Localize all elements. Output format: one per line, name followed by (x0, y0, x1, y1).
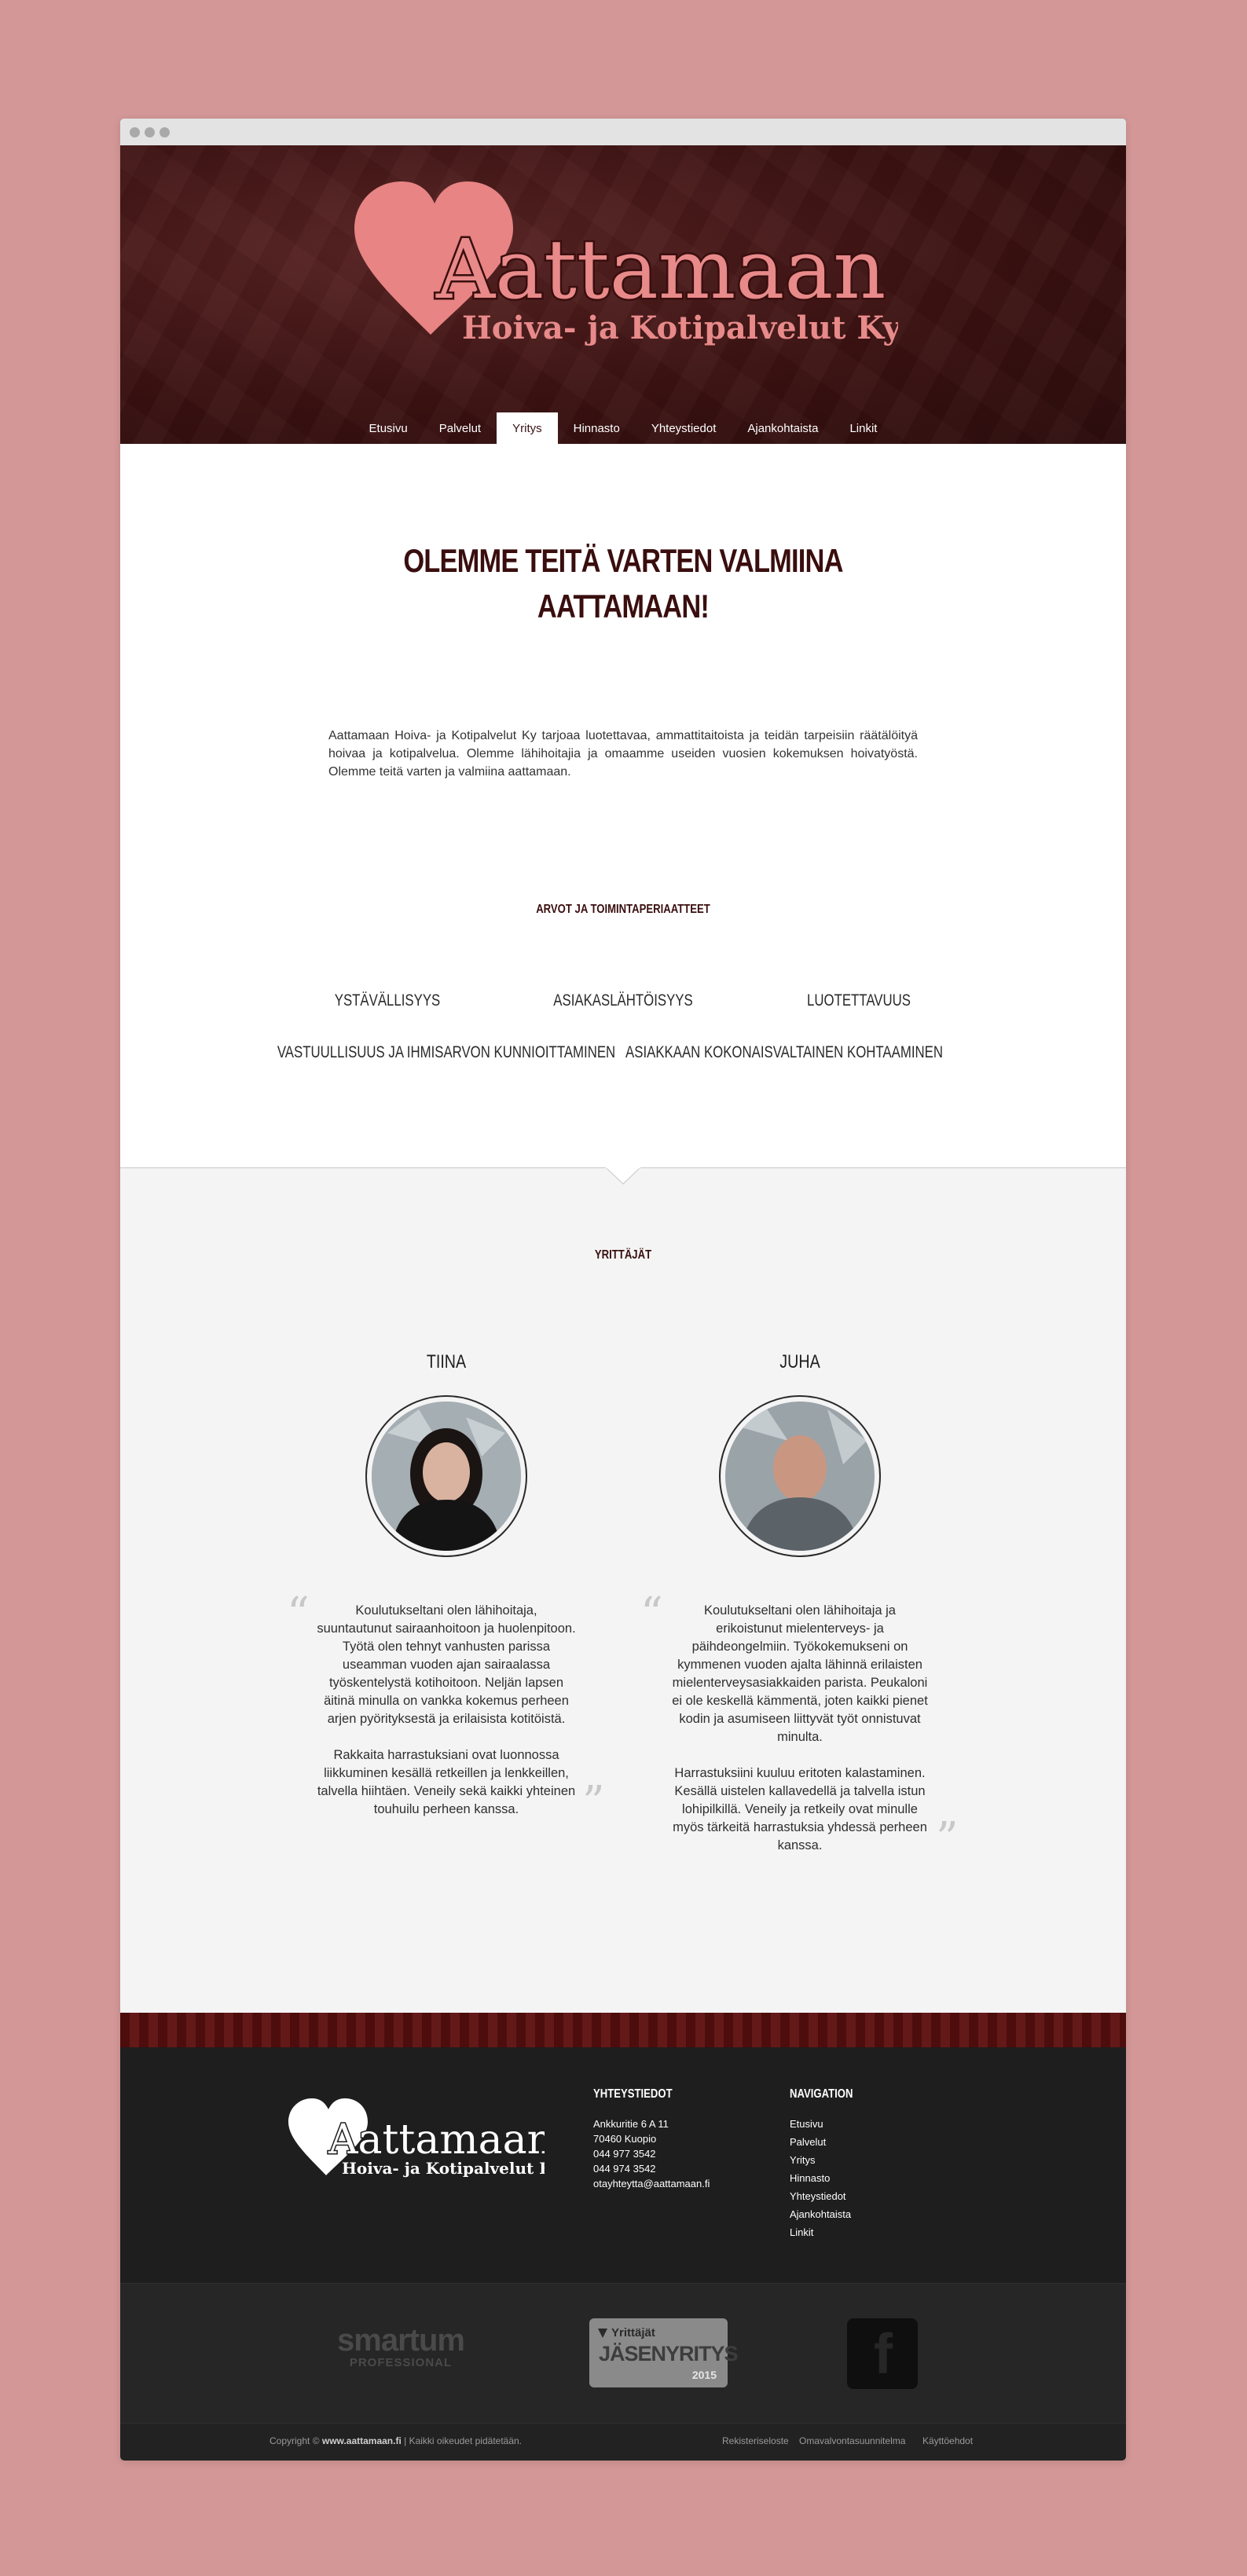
value-item: YSTÄVÄLLISYYS (334, 991, 441, 1010)
copyright-bar: Copyright © www.aattamaan.fi | Kaikki oi… (120, 2423, 1126, 2461)
site-header: Aattamaan Hoiva- ja Kotipalvelut Ky Etus… (120, 145, 1126, 444)
footer-link-palvelut[interactable]: Palvelut (790, 2136, 826, 2148)
contact-phone[interactable]: 044 977 3542 (593, 2146, 656, 2161)
value-item: VASTUULLISUUS JA IHMISARVON KUNNIOITTAMI… (277, 1043, 616, 1061)
nav-item-hinnasto[interactable]: Hinnasto (558, 412, 636, 444)
window-dot-icon (145, 127, 155, 137)
browser-window: Aattamaan Hoiva- ja Kotipalvelut Ky Etus… (120, 119, 1126, 2461)
copyright-suffix: | Kaikki oikeudet pidätetään. (401, 2435, 523, 2446)
bio-paragraph: Koulutukseltani olen lähihoitaja ja erik… (672, 1603, 928, 1744)
avatar (365, 1395, 527, 1557)
person-name: TIINA (426, 1351, 467, 1372)
quote-open-icon: “ (287, 1588, 310, 1640)
legal-link-rekisteriseloste[interactable]: Rekisteriseloste (722, 2435, 789, 2446)
entrepreneurs-section: YRITTÄJÄT TIINA “ Koulutukseltani olen l… (120, 1167, 1126, 2013)
bio-paragraph: Harrastuksiini kuuluu eritoten kalastami… (673, 1766, 927, 1852)
footer-link-yhteystiedot[interactable]: Yhteystiedot (790, 2190, 846, 2202)
person-photo (372, 1402, 521, 1551)
page-title: OLEMME TEITÄ VARTEN VALMIINA AATTAMAAN! (211, 538, 1036, 629)
bio-paragraph: Rakkaita harrastuksiani ovat luonnossa l… (317, 1748, 576, 1816)
nav-item-linkit[interactable]: Linkit (834, 412, 893, 444)
footer-link-linkit[interactable]: Linkit (790, 2226, 813, 2238)
value-item: ASIAKASLÄHTÖISYYS (553, 991, 693, 1010)
quote-open-icon: “ (640, 1588, 663, 1640)
person-name: JUHA (779, 1351, 820, 1372)
footer-link-yritys[interactable]: Yritys (790, 2154, 816, 2166)
page-title-line: OLEMME TEITÄ VARTEN VALMIINA (403, 542, 843, 579)
intro-section: OLEMME TEITÄ VARTEN VALMIINA AATTAMAAN! … (120, 444, 1126, 1167)
person-bio: Koulutukseltani olen lähihoitaja, suunta… (317, 1602, 576, 1819)
footer-link-etusivu[interactable]: Etusivu (790, 2118, 823, 2130)
footer-decor-band (120, 2013, 1126, 2047)
footer-link-ajankohtaista[interactable]: Ajankohtaista (790, 2208, 851, 2220)
contact-heading: YHTEYSTIEDOT (593, 2087, 673, 2101)
contact-email-link[interactable]: otayhteytta@aattamaan.fi (593, 2176, 710, 2191)
footer-logo-tagline: Hoiva- ja Kotipalvelut Ky (342, 2159, 545, 2178)
window-dot-icon (130, 127, 140, 137)
footer-link-hinnasto[interactable]: Hinnasto (790, 2172, 830, 2184)
quote-close-icon: ” (936, 1813, 959, 1864)
window-dot-icon (160, 127, 170, 137)
facebook-button[interactable]: f (847, 2318, 918, 2389)
main-nav: Etusivu Palvelut Yritys Hinnasto Yhteyst… (120, 412, 1126, 444)
facebook-icon: f (874, 2323, 893, 2386)
badge-title: JÄSENYRITYS (599, 2342, 739, 2365)
team-heading: YRITTÄJÄT (594, 1248, 652, 1262)
badge-org: Yrittäjät (611, 2326, 655, 2340)
nav-item-etusivu[interactable]: Etusivu (354, 412, 424, 444)
window-chrome (120, 119, 1126, 145)
nav-item-palvelut[interactable]: Palvelut (424, 412, 497, 444)
copyright-site-link[interactable]: www.aattamaan.fi (322, 2435, 402, 2446)
section-notch-icon (606, 1167, 640, 1185)
site-footer: Aattamaan Hoiva- ja Kotipalvelut Ky YHTE… (120, 2047, 1126, 2283)
avatar (719, 1395, 881, 1557)
footer-logo[interactable]: Aattamaan Hoiva- ja Kotipalvelut Ky (285, 2098, 545, 2185)
copyright-text: Copyright © www.aattamaan.fi | Kaikki oi… (270, 2435, 522, 2446)
badge-year: 2015 (691, 2369, 717, 2381)
value-item: ASIAKKAAN KOKONAISVALTAINEN KOHTAAMINEN (625, 1043, 943, 1061)
value-item: LUOTETTAVUUS (807, 991, 911, 1010)
partner-logos: smartum PROFESSIONAL Yrittäjät JÄSENYRIT… (120, 2283, 1126, 2423)
bio-paragraph: Koulutukseltani olen lähihoitaja, suunta… (317, 1603, 576, 1726)
copyright-prefix: Copyright © (270, 2435, 322, 2446)
nav-item-ajankohtaista[interactable]: Ajankohtaista (732, 412, 834, 444)
person-bio: Koulutukseltani olen lähihoitaja ja erik… (670, 1602, 930, 1855)
nav-item-yritys[interactable]: Yritys (497, 412, 558, 444)
logo-name: Aattamaan (435, 222, 886, 317)
contact-city: 70460 Kuopio (593, 2133, 657, 2145)
smartum-sub: PROFESSIONAL (349, 2356, 453, 2369)
smartum-wordmark: smartum (337, 2323, 465, 2358)
flag-icon (598, 2329, 607, 2338)
contact-address: Ankkuritie 6 A 11 (593, 2118, 669, 2130)
member-badge[interactable]: Yrittäjät JÄSENYRITYS 2015 (589, 2318, 739, 2387)
footer-logo-name: Aattamaan (328, 2116, 545, 2164)
footer-nav-heading: NAVIGATION (790, 2087, 853, 2101)
intro-text: Aattamaan Hoiva- ja Kotipalvelut Ky tarj… (328, 729, 918, 779)
nav-item-yhteystiedot[interactable]: Yhteystiedot (636, 412, 732, 444)
page-title-line: AATTAMAAN! (537, 588, 710, 625)
quote-close-icon: ” (582, 1777, 605, 1828)
person-photo (725, 1402, 875, 1551)
legal-link-kayttoehdot[interactable]: Käyttöehdot (922, 2435, 973, 2446)
smartum-logo[interactable]: smartum PROFESSIONAL (330, 2325, 471, 2369)
logo-tagline: Hoiva- ja Kotipalvelut Ky (462, 310, 898, 346)
values-heading: ARVOT JA TOIMINTAPERIAATTEET (536, 903, 710, 916)
site-logo[interactable]: Aattamaan Hoiva- ja Kotipalvelut Ky (348, 181, 898, 354)
legal-link-omavalvontasuunnitelma[interactable]: Omavalvontasuunnitelma (799, 2435, 905, 2446)
contact-phone[interactable]: 044 974 3542 (593, 2161, 656, 2176)
